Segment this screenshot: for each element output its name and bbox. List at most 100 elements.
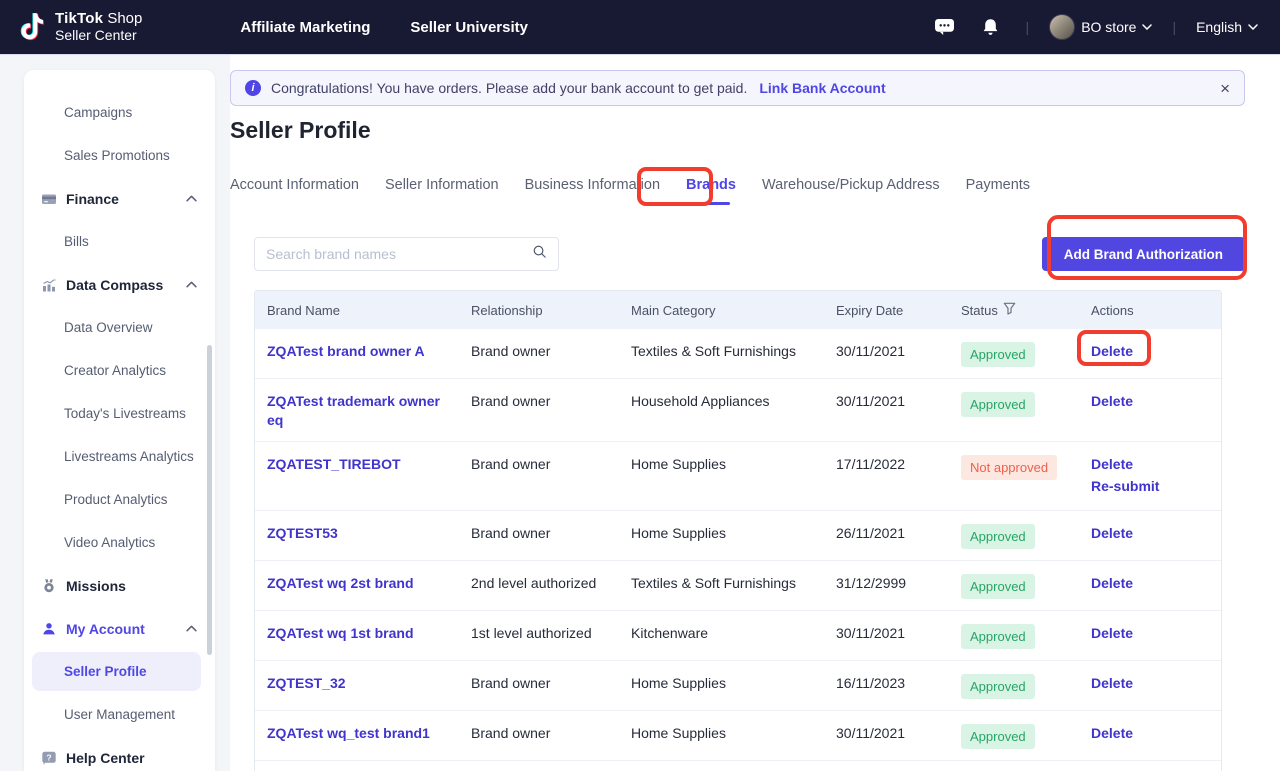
column-status: Status <box>961 302 1091 318</box>
re-submit-link[interactable]: Re-submit <box>1091 477 1207 496</box>
brand-search[interactable] <box>254 237 559 271</box>
status-badge: Approved <box>961 574 1035 599</box>
delete-link[interactable]: Delete <box>1091 674 1207 693</box>
main-content: i Congratulations! You have orders. Plea… <box>230 55 1280 771</box>
language-switcher[interactable]: English <box>1196 19 1258 35</box>
status-badge: Approved <box>961 392 1035 417</box>
sidebar-item-campaigns[interactable]: Campaigns <box>24 91 215 134</box>
sidebar-item-label: User Management <box>64 707 175 722</box>
expiry-date-cell: 30/11/2021 <box>836 342 961 361</box>
sidebar-scrollbar[interactable] <box>207 345 212 655</box>
tab-account-information[interactable]: Account Information <box>230 177 359 205</box>
sidebar-item-label: Seller Profile <box>64 664 147 679</box>
brand-name-link[interactable]: ZQATest brand owner A <box>267 343 425 359</box>
header-divider: | <box>1172 19 1176 35</box>
sidebar-item-data-compass[interactable]: Data Compass <box>24 263 215 306</box>
chevron-up-icon[interactable] <box>186 195 197 202</box>
person-icon <box>40 620 57 637</box>
table-row: ZQATest wq 1st brand 1st level authorized… <box>255 610 1221 660</box>
brand-name-link[interactable]: ZQTEST53 <box>267 525 338 541</box>
chevron-up-icon[interactable] <box>186 625 197 632</box>
delete-link[interactable]: Delete <box>1091 455 1207 474</box>
status-badge: Approved <box>961 624 1035 649</box>
tab-payments[interactable]: Payments <box>966 177 1030 205</box>
sidebar-item-product-analytics[interactable]: Product Analytics <box>24 478 215 521</box>
relationship-cell: Brand owner <box>471 455 631 474</box>
expiry-date-cell: 30/11/2021 <box>836 624 961 643</box>
sidebar-item-data-overview[interactable]: Data Overview <box>24 306 215 349</box>
brand-name-link[interactable]: ZQATest wq 1st brand <box>267 625 414 641</box>
sidebar-item-finance[interactable]: Finance <box>24 177 215 220</box>
search-input[interactable] <box>266 246 532 262</box>
sidebar-item-user-management[interactable]: User Management <box>24 693 215 736</box>
add-brand-authorization-button[interactable]: Add Brand Authorization <box>1042 237 1245 271</box>
search-icon[interactable] <box>532 244 547 264</box>
sidebar-item-bills[interactable]: Bills <box>24 220 215 263</box>
sidebar-item-creator-analytics[interactable]: Creator Analytics <box>24 349 215 392</box>
status-badge: Approved <box>961 724 1035 749</box>
sidebar-item-label: Creator Analytics <box>64 363 166 378</box>
sidebar-item-label: Help Center <box>66 750 145 766</box>
language-label: English <box>1196 19 1242 35</box>
relationship-cell: 1st level authorized <box>471 624 631 643</box>
brand-name-link[interactable]: ZQATest wq 2st brand <box>267 575 414 591</box>
sidebar-item-label: Sales Promotions <box>64 148 170 163</box>
page-title: Seller Profile <box>230 117 371 144</box>
svg-text:?: ? <box>46 752 51 762</box>
column-relationship: Relationship <box>471 303 631 318</box>
delete-link[interactable]: Delete <box>1091 342 1207 361</box>
expiry-date-cell: 30/11/2021 <box>836 392 961 411</box>
status-badge: Approved <box>961 524 1035 549</box>
close-icon[interactable]: × <box>1220 80 1230 97</box>
expiry-date-cell: 31/12/2999 <box>836 574 961 593</box>
sidebar-item-livestreams-analytics[interactable]: Livestreams Analytics <box>24 435 215 478</box>
relationship-cell: Brand owner <box>471 524 631 543</box>
sidebar-item-sales-promotions[interactable]: Sales Promotions <box>24 134 215 177</box>
brand-name-link[interactable]: ZQATEST_TIREBOT <box>267 456 401 472</box>
bank-account-banner: i Congratulations! You have orders. Plea… <box>230 70 1245 106</box>
funnel-icon[interactable] <box>1003 302 1016 318</box>
relationship-cell: Brand owner <box>471 724 631 743</box>
expiry-date-cell: 26/11/2021 <box>836 524 961 543</box>
brand-name-link[interactable]: ZQATest wq_test brand1 <box>267 725 430 741</box>
tiktok-note-icon <box>20 11 46 43</box>
chat-icon[interactable] <box>930 18 960 36</box>
sidebar-item-label: Missions <box>66 578 126 594</box>
banner-text: Congratulations! You have orders. Please… <box>271 80 747 96</box>
tab-warehouse-pickup-address[interactable]: Warehouse/Pickup Address <box>762 177 940 205</box>
top-header: TikTok Shop Seller Center Affiliate Mark… <box>0 0 1280 55</box>
sidebar-item-video-analytics[interactable]: Video Analytics <box>24 521 215 564</box>
sidebar-item-my-account[interactable]: My Account <box>24 607 215 650</box>
tab-business-information[interactable]: Business Information <box>525 177 660 205</box>
brand-name-link[interactable]: ZQATest trademark owner eq <box>267 393 440 428</box>
chevron-up-icon[interactable] <box>186 281 197 288</box>
delete-link[interactable]: Delete <box>1091 624 1207 643</box>
sidebar-item-label: Data Compass <box>66 277 163 293</box>
sidebar-background: Campaigns Sales Promotions FinanceBills Dat… <box>0 55 230 771</box>
sidebar-item-seller-profile[interactable]: Seller Profile <box>32 652 201 691</box>
store-switcher[interactable]: BO store <box>1049 14 1152 40</box>
expiry-date-cell: 30/11/2021 <box>836 724 961 743</box>
table-row: ZQATest wq_test brand1Brand ownerHome Su… <box>255 710 1221 760</box>
nav-affiliate-marketing[interactable]: Affiliate Marketing <box>240 19 370 36</box>
nav-seller-university[interactable]: Seller University <box>410 19 528 36</box>
tab-seller-information[interactable]: Seller Information <box>385 177 499 205</box>
sidebar-item-help-center[interactable]: ? Help Center <box>24 736 215 771</box>
link-bank-account-link[interactable]: Link Bank Account <box>759 80 885 96</box>
brand-name-link[interactable]: ZQTEST_32 <box>267 675 346 691</box>
chevron-down-icon <box>1248 24 1258 30</box>
brands-table: Brand Name Relationship Main Category Ex… <box>254 290 1222 771</box>
sidebar-item-missions[interactable]: Missions <box>24 564 215 607</box>
table-row: ZQTEST_32Brand ownerHome Supplies16/11/2… <box>255 660 1221 710</box>
tiktok-shop-logo[interactable]: TikTok Shop Seller Center <box>20 10 142 44</box>
tab-brands[interactable]: Brands <box>686 177 736 205</box>
sidebar-item-today-s-livestreams[interactable]: Today's Livestreams <box>24 392 215 435</box>
header-nav: Affiliate Marketing Seller University <box>240 19 528 36</box>
bell-icon[interactable] <box>976 18 1006 37</box>
delete-link[interactable]: Delete <box>1091 524 1207 543</box>
delete-link[interactable]: Delete <box>1091 392 1207 411</box>
delete-link[interactable]: Delete <box>1091 724 1207 743</box>
delete-link[interactable]: Delete <box>1091 574 1207 593</box>
finance-card-icon <box>40 190 57 207</box>
table-row: ZQATest wq 2st brand2nd level authorized… <box>255 560 1221 610</box>
